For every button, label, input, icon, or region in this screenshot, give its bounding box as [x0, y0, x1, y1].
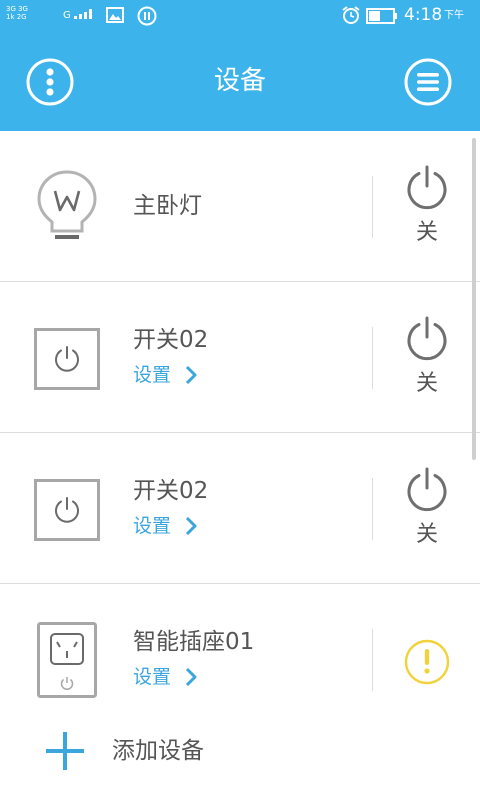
- list-menu-button[interactable]: [404, 58, 452, 106]
- pause-icon: [137, 6, 157, 26]
- chevron-right-icon: [185, 365, 197, 385]
- settings-link[interactable]: 设置: [133, 664, 197, 690]
- settings-link[interactable]: 设置: [133, 362, 197, 388]
- chevron-right-icon: [185, 516, 197, 536]
- battery-icon: [366, 8, 397, 24]
- device-name: 开关02: [133, 478, 209, 504]
- network-indicator: 3G 3G 1k 2G: [6, 5, 28, 21]
- device-row-switch[interactable]: 开关02 设置 关: [0, 282, 480, 433]
- power-button-icon[interactable]: [404, 315, 450, 361]
- divider: [372, 327, 373, 389]
- device-name: 开关02: [133, 327, 209, 353]
- plus-icon: [46, 732, 84, 770]
- alarm-clock-icon: [342, 6, 360, 24]
- app-bar: 设备: [0, 32, 480, 131]
- signal-bars-icon: [73, 9, 92, 19]
- device-row-switch[interactable]: 开关02 设置 关: [0, 433, 480, 584]
- settings-label: 设置: [133, 364, 172, 386]
- signal-indicator: G: [63, 9, 96, 22]
- device-name: 主卧灯: [133, 193, 202, 219]
- divider: [372, 176, 373, 238]
- power-button-icon[interactable]: [404, 164, 450, 210]
- chevron-right-icon: [185, 667, 197, 687]
- device-list: 主卧灯 关 开关02 设置 关 开关02 设置 关 智能插座01 设置: [0, 131, 480, 800]
- scrollbar[interactable]: [472, 138, 476, 460]
- image-icon: [106, 7, 124, 23]
- add-device-label: 添加设备: [112, 738, 204, 764]
- wall-switch-icon: [34, 328, 100, 390]
- network-line-2: 1k 2G: [6, 13, 27, 21]
- status-bar: 3G 3G 1k 2G G 4:18 下午: [0, 0, 480, 32]
- light-bulb-icon: [37, 170, 97, 239]
- settings-label: 设置: [133, 515, 172, 537]
- device-row-socket[interactable]: 智能插座01 设置: [0, 584, 480, 735]
- device-state-label: 关: [415, 371, 438, 396]
- signal-label: G: [63, 10, 71, 21]
- smart-socket-icon: [37, 622, 97, 698]
- device-row-light[interactable]: 主卧灯 关: [0, 131, 480, 282]
- divider: [372, 478, 373, 540]
- warning-icon[interactable]: [404, 639, 450, 685]
- clock-ampm: 下午: [444, 10, 464, 21]
- device-state-label: 关: [415, 522, 438, 547]
- network-line-1: 3G 3G: [6, 5, 28, 13]
- device-state-label: 关: [415, 220, 438, 245]
- clock-time: 4:18: [404, 5, 443, 25]
- list-menu-icon: [404, 58, 452, 106]
- power-button-icon[interactable]: [404, 466, 450, 512]
- divider: [372, 629, 373, 691]
- device-name: 智能插座01: [133, 629, 255, 655]
- settings-label: 设置: [133, 666, 172, 688]
- wall-switch-icon: [34, 479, 100, 541]
- settings-link[interactable]: 设置: [133, 513, 197, 539]
- add-device-button[interactable]: 添加设备: [44, 730, 204, 772]
